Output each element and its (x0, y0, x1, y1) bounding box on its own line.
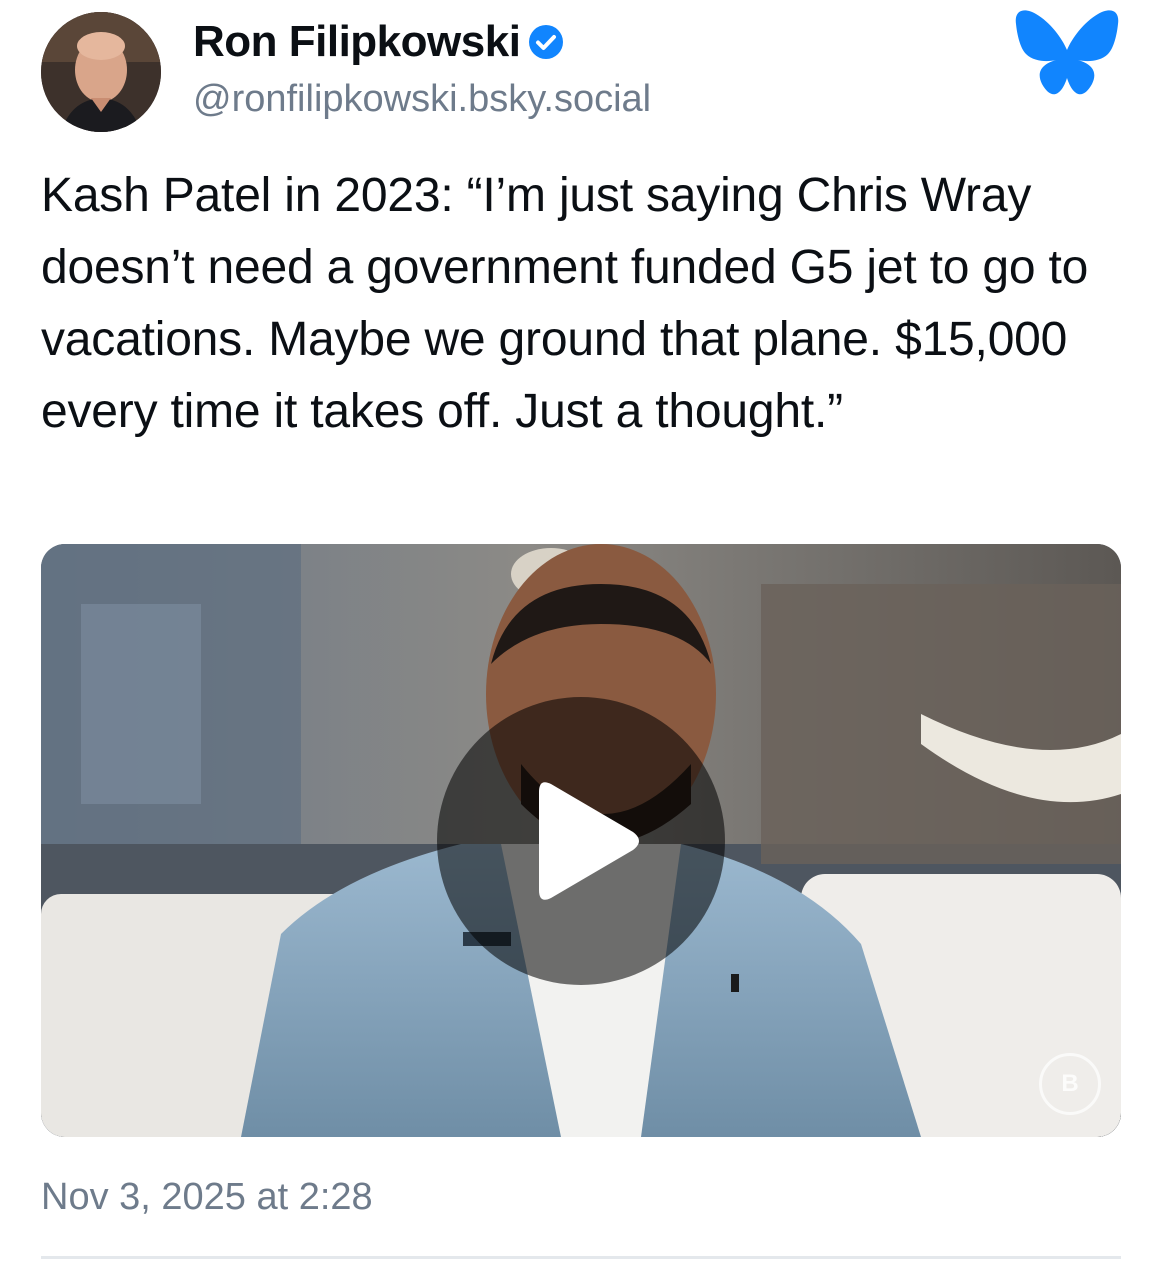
post-card: Ron Filipkowski @ronfilipkowski.bsky.soc… (0, 0, 1159, 1267)
avatar[interactable] (41, 12, 161, 132)
bluesky-butterfly-icon[interactable] (1012, 8, 1122, 106)
author-name-row[interactable]: Ron Filipkowski (193, 14, 564, 70)
post-text: Kash Patel in 2023: “I’m just saying Chr… (41, 169, 1089, 438)
divider (41, 1256, 1121, 1259)
verified-check-icon (528, 24, 564, 60)
post-timestamp[interactable]: Nov 3, 2025 at 2:28 (41, 1176, 373, 1219)
play-button[interactable] (437, 697, 725, 985)
video-embed[interactable]: B (41, 544, 1121, 1137)
author-handle[interactable]: @ronfilipkowski.bsky.social (193, 78, 651, 121)
play-icon (539, 782, 639, 900)
author-display-name[interactable]: Ron Filipkowski (193, 17, 521, 67)
video-watermark: B (1039, 1053, 1101, 1115)
